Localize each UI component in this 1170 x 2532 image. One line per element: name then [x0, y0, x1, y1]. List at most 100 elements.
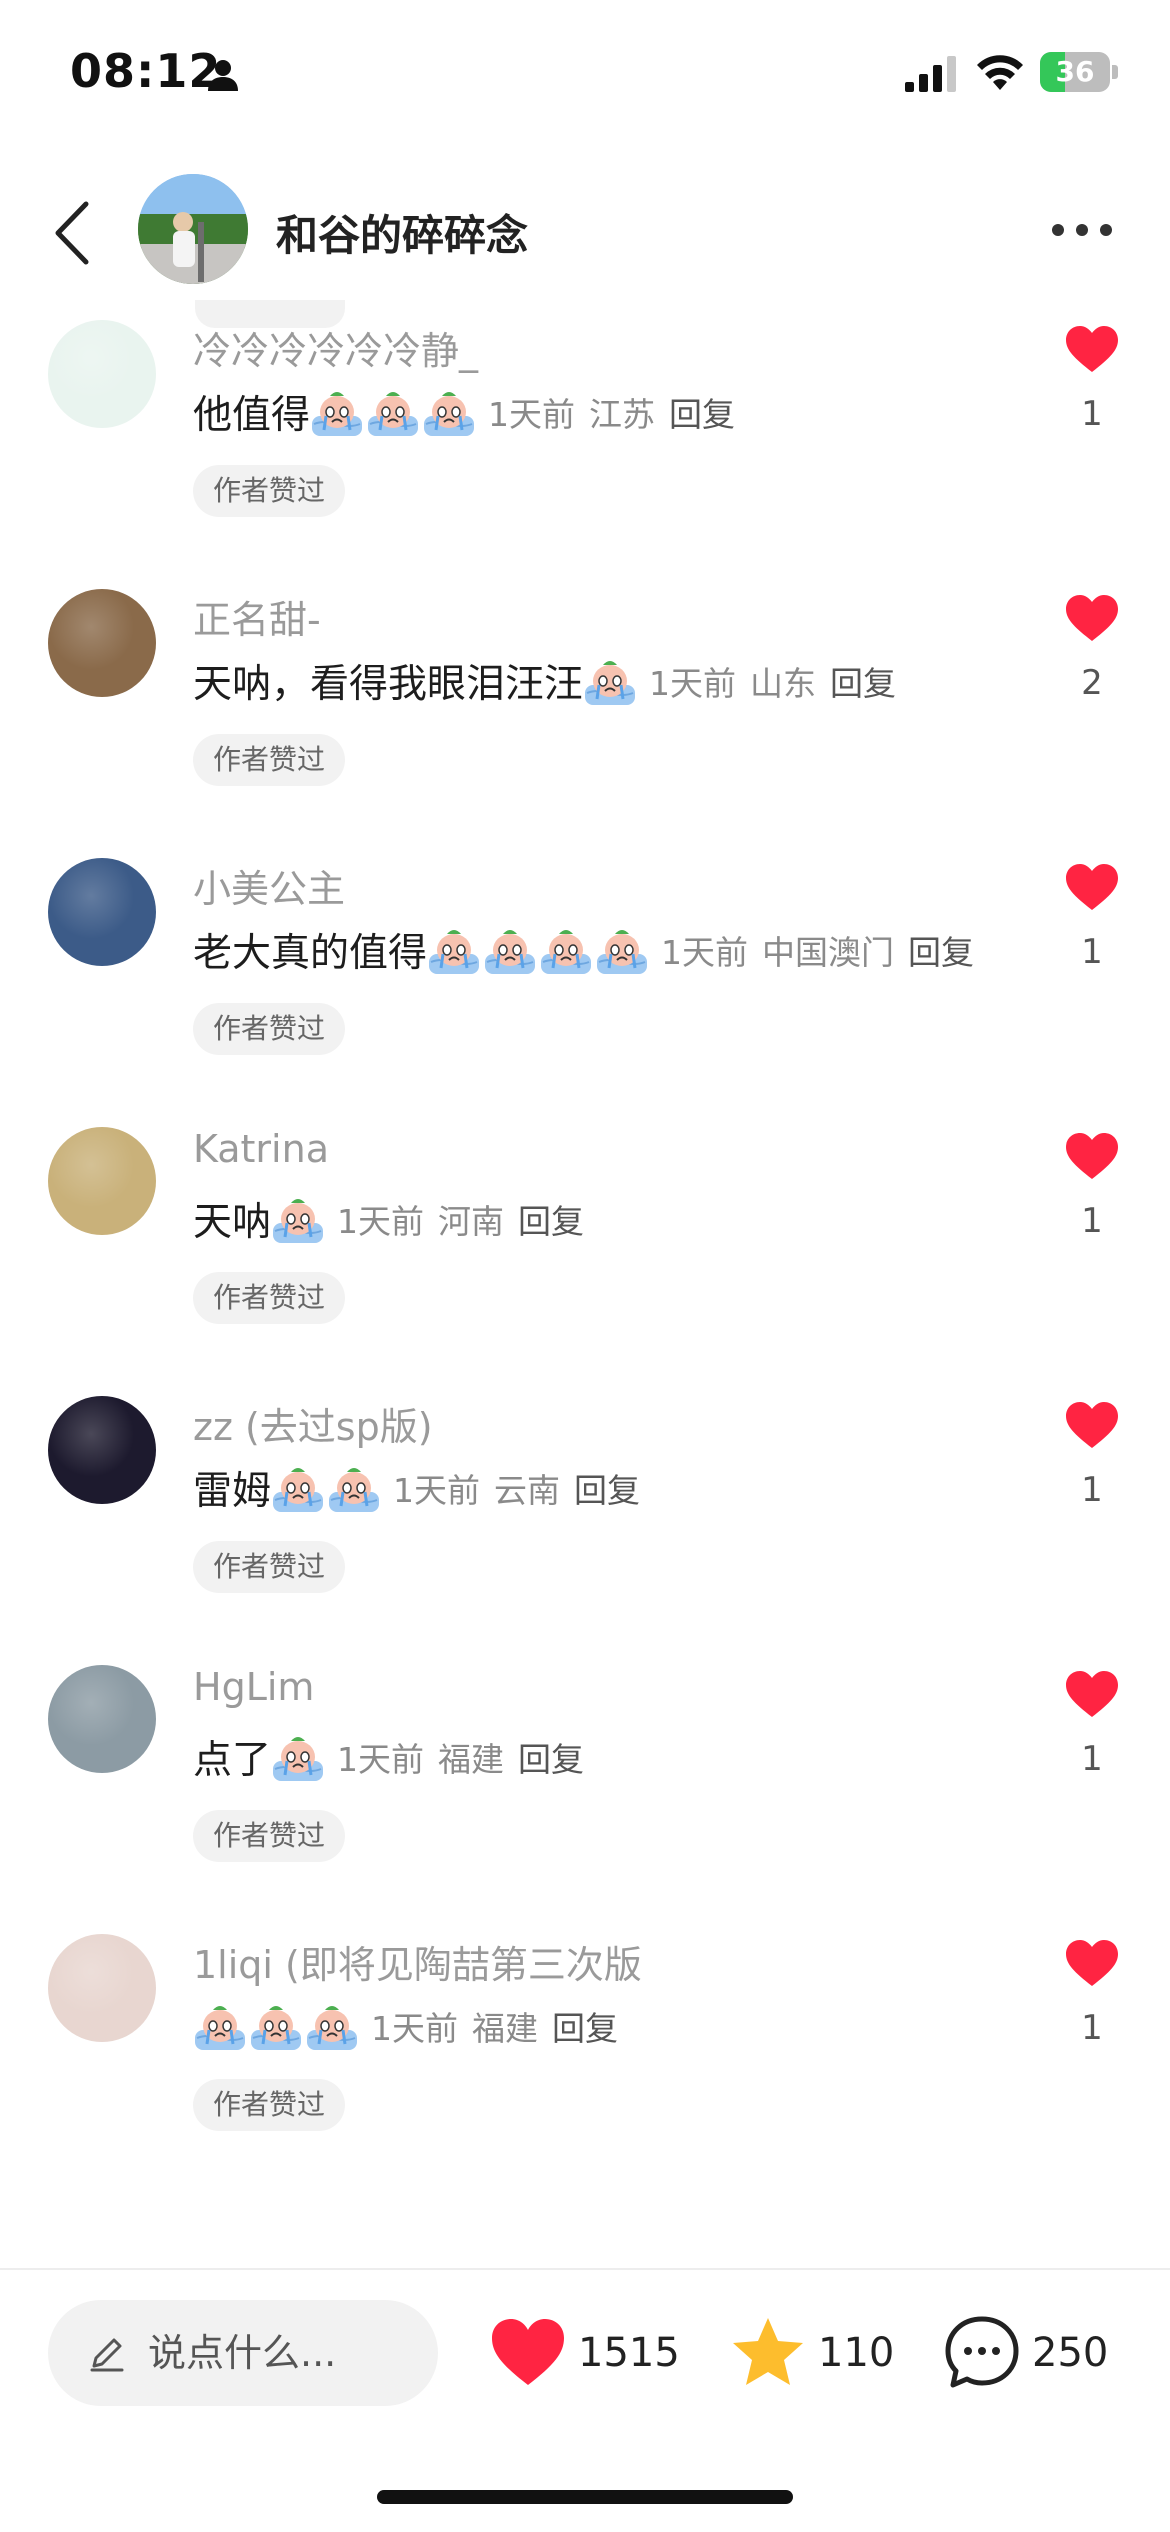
- wifi-icon: [977, 55, 1023, 90]
- comment-item[interactable]: 1liqi (即将见陶喆第三次版 1天前 福建 回复 作者赞过 1: [0, 1934, 1170, 2204]
- battery-charging-icon: 36: [1040, 52, 1118, 92]
- heart-icon[interactable]: [1064, 593, 1120, 643]
- crying-emoji-icon: [251, 2006, 301, 2050]
- avatar[interactable]: [48, 1127, 156, 1235]
- comment-input[interactable]: 说点什么...: [48, 2300, 438, 2406]
- comment-username[interactable]: zz (去过sp版): [193, 1396, 433, 1451]
- favorite-button[interactable]: 110: [728, 2310, 894, 2396]
- comment-location: 中国澳门: [762, 933, 895, 972]
- crying-emoji-icon: [424, 392, 475, 436]
- comment-username[interactable]: 1liqi (即将见陶喆第三次版: [193, 1934, 642, 1989]
- comment-location: 福建: [438, 1740, 505, 1779]
- comment-location: 福建: [472, 2009, 538, 2048]
- home-indicator: [377, 2490, 793, 2504]
- comment-item[interactable]: 小美公主 老大真的值得 1天前 中国澳门 回复 作者赞过 1: [0, 858, 1170, 1128]
- comment-like-count: 1: [1081, 1201, 1103, 1241]
- comment-location: 云南: [494, 1471, 561, 1510]
- comment-text: 雷姆: [193, 1469, 272, 1514]
- comment-location: 河南: [438, 1202, 505, 1241]
- heart-icon[interactable]: [1064, 862, 1120, 912]
- like-button[interactable]: 1515: [488, 2310, 680, 2396]
- comment-like-count: 1: [1081, 1739, 1103, 1779]
- crying-emoji-icon: [485, 930, 536, 974]
- reply-link[interactable]: 回复: [830, 657, 896, 705]
- comment-content[interactable]: 1天前 福建 回复: [193, 1998, 618, 2054]
- avatar[interactable]: [48, 589, 156, 697]
- status-bar: 08:12 36: [0, 0, 1170, 140]
- crying-emoji-icon: [368, 392, 419, 436]
- page-title: 和谷的碎碎念: [276, 211, 529, 260]
- crying-emoji-icon: [541, 930, 592, 974]
- input-placeholder: 说点什么...: [148, 2331, 337, 2375]
- heart-icon[interactable]: [1064, 1938, 1120, 1988]
- comment-content[interactable]: 老大真的值得 1天前 中国澳门 回复: [193, 922, 974, 978]
- crying-emoji-icon: [312, 392, 363, 436]
- author-liked-badge: 作者赞过: [193, 1541, 346, 1593]
- crying-emoji-icon: [597, 930, 648, 974]
- comment-content[interactable]: 点了 1天前 福建 回复: [193, 1729, 584, 1785]
- author-liked-badge: 作者赞过: [193, 1003, 346, 1055]
- comment-time: 1天前: [337, 1202, 425, 1241]
- avatar[interactable]: [48, 858, 156, 966]
- author-liked-badge: 作者赞过: [193, 465, 346, 517]
- author-liked-badge: 作者赞过: [193, 1272, 346, 1324]
- reply-link[interactable]: 回复: [908, 926, 974, 974]
- comment-text: 天呐，看得我眼泪汪汪: [193, 662, 584, 707]
- comment-time: 1天前: [488, 395, 576, 434]
- comment-username[interactable]: Katrina: [193, 1127, 329, 1171]
- comment-item[interactable]: HgLim 点了 1天前 福建 回复 作者赞过 1: [0, 1665, 1170, 1935]
- author-liked-badge: 作者赞过: [193, 1810, 346, 1862]
- comment-item[interactable]: 正名甜- 天呐，看得我眼泪汪汪 1天前 山东 回复 作者赞过 2: [0, 589, 1170, 859]
- comment-button[interactable]: 250: [942, 2310, 1108, 2396]
- comment-item[interactable]: Katrina 天呐 1天前 河南 回复 作者赞过 1: [0, 1127, 1170, 1397]
- author-avatar[interactable]: [138, 174, 248, 284]
- heart-icon[interactable]: [1064, 1400, 1120, 1450]
- comment-content[interactable]: 雷姆 1天前 云南 回复: [193, 1460, 640, 1516]
- comment-username[interactable]: 小美公主: [193, 858, 345, 913]
- heart-icon[interactable]: [1064, 1669, 1120, 1719]
- reply-link[interactable]: 回复: [552, 2002, 618, 2050]
- comment-content[interactable]: 他值得 1天前 江苏 回复: [193, 384, 735, 440]
- comment-text: 他值得: [193, 393, 311, 438]
- comment-username[interactable]: 冷冷冷冷冷冷静_: [193, 320, 478, 375]
- avatar[interactable]: [48, 320, 156, 428]
- crying-emoji-icon: [273, 1737, 324, 1781]
- like-count: 1515: [578, 2330, 680, 2376]
- star-icon: [733, 2318, 803, 2385]
- comment-item[interactable]: 冷冷冷冷冷冷静_ 他值得 1天前 江苏 回复 作者赞过 1: [0, 320, 1170, 590]
- author-liked-badge: 作者赞过: [193, 2079, 346, 2131]
- reply-link[interactable]: 回复: [574, 1464, 640, 1512]
- reply-link[interactable]: 回复: [518, 1733, 584, 1781]
- crying-emoji-icon: [585, 661, 636, 705]
- comment-time: 1天前: [661, 933, 749, 972]
- comment-location: 江苏: [589, 395, 656, 434]
- chevron-left-icon[interactable]: [50, 200, 94, 266]
- favorite-count: 110: [818, 2330, 895, 2376]
- battery-level: 36: [1055, 55, 1095, 88]
- crying-emoji-icon: [329, 1468, 380, 1512]
- comment-like-count: 1: [1081, 394, 1103, 434]
- crying-emoji-icon: [195, 2006, 245, 2050]
- comment-text: 老大真的值得: [193, 931, 428, 976]
- comment-username[interactable]: HgLim: [193, 1665, 314, 1709]
- reply-link[interactable]: 回复: [518, 1195, 584, 1243]
- crying-emoji-icon: [273, 1468, 324, 1512]
- comment-username[interactable]: 正名甜-: [193, 589, 321, 644]
- avatar[interactable]: [48, 1396, 156, 1504]
- comment-like-count: 1: [1081, 932, 1103, 972]
- status-time: 08:12: [70, 44, 222, 98]
- comment-content[interactable]: 天呐，看得我眼泪汪汪 1天前 山东 回复: [193, 653, 896, 709]
- more-horizontal-icon[interactable]: [1050, 222, 1114, 238]
- comment-bubble-icon: [945, 2316, 1019, 2388]
- comment-item[interactable]: zz (去过sp版) 雷姆 1天前 云南 回复 作者赞过 1: [0, 1396, 1170, 1666]
- comment-content[interactable]: 天呐 1天前 河南 回复: [193, 1191, 584, 1247]
- comment-time: 1天前: [393, 1471, 481, 1510]
- chat-header: 和谷的碎碎念: [0, 160, 1170, 300]
- heart-icon[interactable]: [1064, 1131, 1120, 1181]
- author-liked-badge: 作者赞过: [193, 734, 346, 786]
- avatar[interactable]: [48, 1665, 156, 1773]
- person-icon: [208, 60, 238, 91]
- avatar[interactable]: [48, 1934, 156, 2042]
- heart-icon[interactable]: [1064, 324, 1120, 374]
- reply-link[interactable]: 回复: [669, 388, 735, 436]
